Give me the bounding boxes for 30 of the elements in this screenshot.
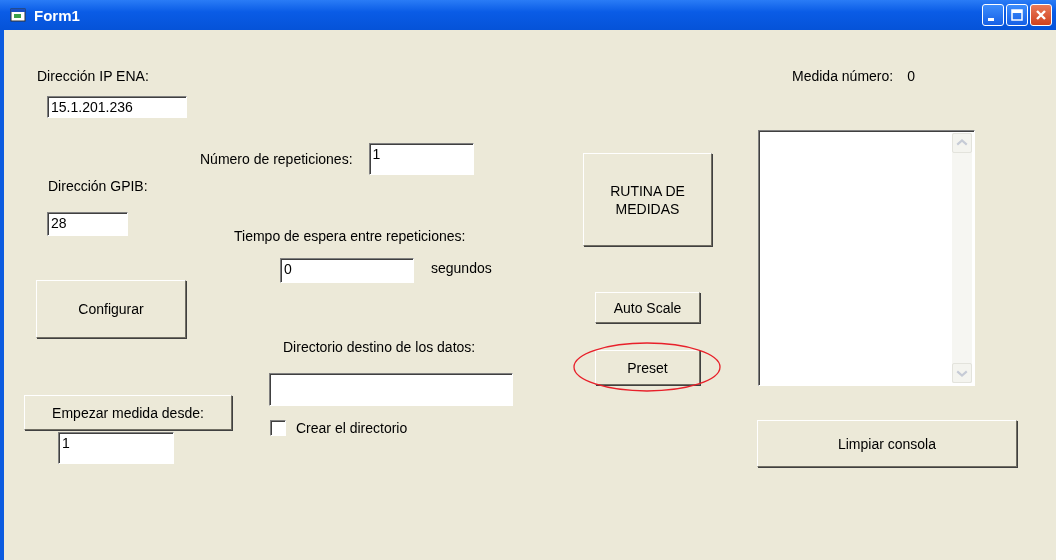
action-button[interactable]: Preset [595, 350, 700, 385]
minimize-button[interactable] [982, 4, 1004, 26]
wait-time-field[interactable]: 0 [280, 258, 414, 283]
close-icon [1034, 8, 1048, 22]
ip-address-field[interactable]: 15.1.201.236 [47, 96, 187, 118]
minimize-icon [988, 17, 994, 21]
maximize-icon [1010, 8, 1024, 22]
form-icon [10, 8, 26, 22]
gpib-address-field[interactable]: 28 [47, 212, 128, 236]
configure-button[interactable]: Configurar [36, 280, 186, 338]
start-from-button[interactable]: Empezar medida desde: [24, 395, 232, 430]
directory-field[interactable] [269, 373, 513, 406]
repetitions-field[interactable]: 1 [368, 143, 474, 175]
window-title: Form1 [34, 6, 80, 24]
create-directory-label: Crear el directorio [296, 420, 408, 436]
start-from-field[interactable]: 1 [58, 432, 174, 464]
directory-label: Directorio destino de los datos: [283, 339, 476, 355]
measure-number-label: Medida número: [792, 68, 894, 84]
maximize-button[interactable] [1006, 4, 1028, 26]
ip-address-label: Dirección IP ENA: [37, 68, 149, 84]
action-button[interactable]: Auto Scale [595, 292, 700, 323]
measure-number-value: 0 [907, 68, 915, 84]
repetitions-label: Número de repeticiones: [200, 151, 353, 167]
close-button[interactable] [1030, 4, 1052, 26]
clear-console-button[interactable]: Limpiar consola [757, 420, 1017, 467]
wait-time-label: Tiempo de espera entre repeticiones: [234, 228, 466, 244]
gpib-address-label: Dirección GPIB: [48, 178, 148, 194]
create-directory-checkbox[interactable] [270, 420, 286, 436]
seconds-label: segundos [431, 260, 492, 276]
action-button[interactable]: RUTINA DE MEDIDAS [583, 153, 712, 246]
